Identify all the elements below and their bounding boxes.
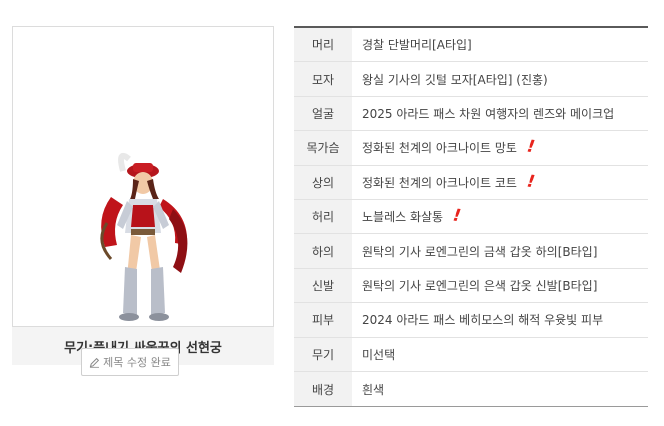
red-mark-icon: !	[451, 205, 463, 227]
slot-label: 목가슴	[294, 131, 352, 165]
table-row: 얼굴 2025 아라드 패스 차원 여행자의 렌즈와 메이크업	[294, 96, 648, 132]
pencil-icon	[89, 357, 100, 368]
red-mark-icon: !	[525, 136, 537, 158]
table-row: 피부 2024 아라드 패스 베히모스의 해적 우윳빛 피부	[294, 303, 648, 338]
slot-label: 얼굴	[294, 96, 352, 131]
slot-value: 왕실 기사의 깃털 모자[A타입] (진홍)	[362, 72, 548, 87]
table-row: 하의 원탁의 기사 로엔그린의 금색 갑옷 하의[B타입]	[294, 234, 648, 269]
slot-value: 2024 아라드 패스 베히모스의 해적 우윳빛 피부	[362, 313, 604, 328]
slot-value: 노블레스 화살통!	[362, 205, 463, 227]
slot-value: 흰색	[362, 382, 385, 397]
red-mark-icon: !	[525, 171, 537, 193]
table-row: 허리 노블레스 화살통!	[294, 199, 648, 235]
table-row: 머리 경찰 단발머리[A타입]	[294, 28, 648, 63]
slot-label: 모자	[294, 62, 352, 96]
slot-label: 피부	[294, 303, 352, 337]
slot-value: 정화된 천계의 아크나이트 코트!	[362, 171, 537, 193]
slot-label: 무기	[294, 337, 352, 371]
slot-label: 머리	[294, 28, 352, 62]
character-avatar-icon	[100, 153, 188, 321]
edit-title-label: 제목 수정 완료	[103, 356, 171, 369]
edit-title-button[interactable]: 제목 수정 완료	[81, 348, 179, 376]
slot-value: 원탁의 기사 로엔그린의 금색 갑옷 하의[B타입]	[362, 244, 598, 259]
slot-label: 하의	[294, 234, 352, 268]
table-row: 무기 미선택	[294, 337, 648, 372]
slot-value: 원탁의 기사 로엔그린의 은색 갑옷 신발[B타입]	[362, 278, 598, 293]
table-row: 모자 왕실 기사의 깃털 모자[A타입] (진홍)	[294, 62, 648, 97]
table-row: 목가슴 정화된 천계의 아크나이트 망토!	[294, 131, 648, 166]
table-row: 상의 정화된 천계의 아크나이트 코트!	[294, 165, 648, 200]
slot-label: 허리	[294, 199, 352, 234]
table-row: 신발 원탁의 기사 로엔그린의 은색 갑옷 신발[B타입]	[294, 268, 648, 304]
slot-label: 상의	[294, 165, 352, 199]
slot-value: 2025 아라드 패스 차원 여행자의 렌즈와 메이크업	[362, 106, 615, 121]
slot-label: 배경	[294, 371, 352, 407]
character-panel: 무기:풋내기 싸움꾼의 선현궁	[12, 26, 274, 365]
slot-value: 미선택	[362, 347, 396, 362]
slot-value: 정화된 천계의 아크나이트 망토!	[362, 136, 537, 158]
slot-value: 경찰 단발머리[A타입]	[362, 38, 472, 53]
table-row: 배경 흰색	[294, 371, 648, 407]
equipment-table: 머리 경찰 단발머리[A타입] 모자 왕실 기사의 깃털 모자[A타입] (진홍…	[294, 26, 648, 408]
character-portrait	[12, 26, 274, 327]
slot-label: 신발	[294, 268, 352, 303]
